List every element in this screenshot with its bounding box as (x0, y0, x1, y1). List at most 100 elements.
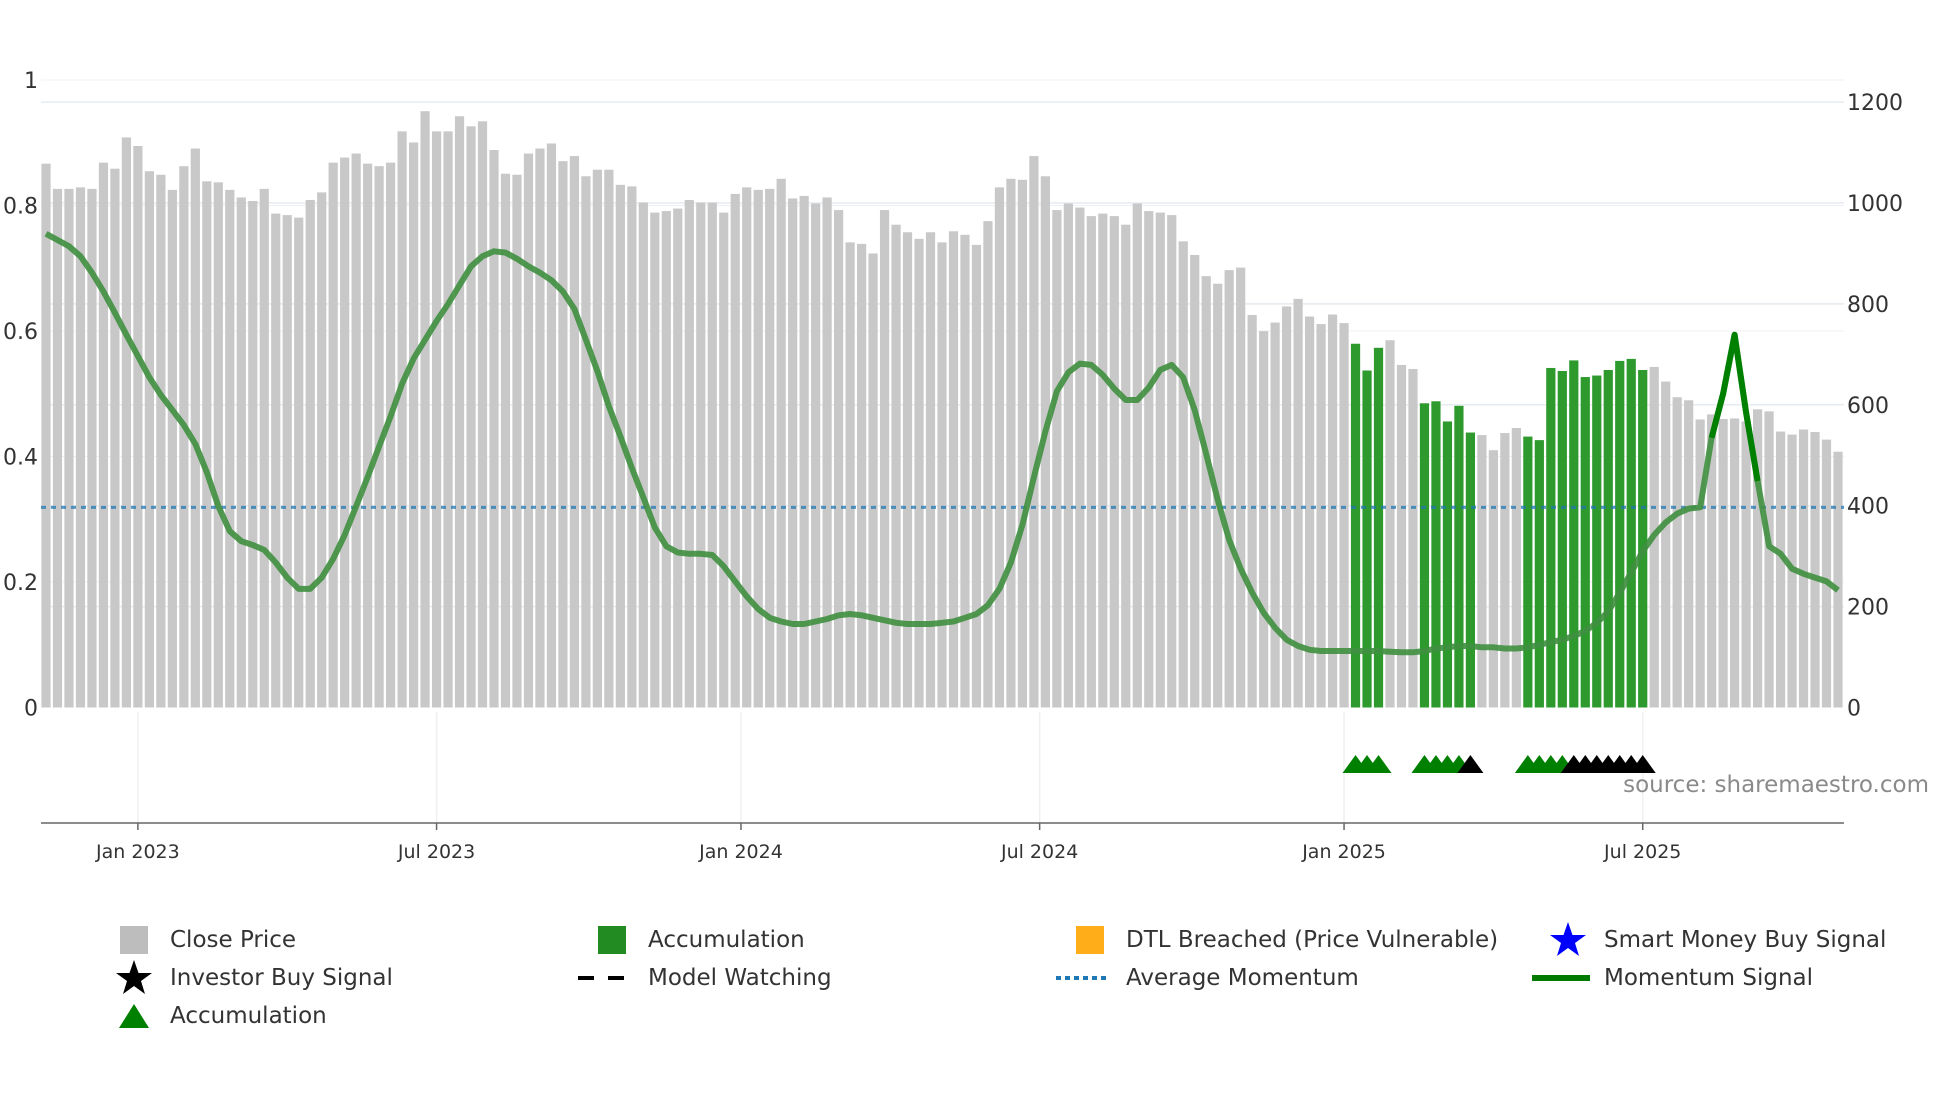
accumulation-bar (1557, 370, 1567, 708)
close-price-bar (156, 174, 166, 708)
close-price-bar (294, 217, 304, 708)
close-price-bar (1821, 439, 1832, 708)
right-tick-label: 600 (1847, 394, 1889, 419)
close-price-bar (1247, 314, 1257, 708)
accumulation-bar (1362, 370, 1372, 708)
close-price-bar (190, 148, 200, 708)
close-price-bar (523, 153, 534, 708)
accumulation-bar (1431, 401, 1441, 708)
legend-label: Accumulation (648, 927, 805, 953)
legend-label: Momentum Signal (1604, 965, 1814, 991)
close-price-bar (454, 116, 465, 708)
close-price-bar (133, 145, 143, 708)
legend-item-model-watching[interactable]: Model Watching (574, 960, 832, 996)
accumulation-bar (1454, 405, 1464, 708)
close-price-bar (1178, 241, 1188, 708)
signal-markers (1342, 755, 1656, 773)
legend-label: Model Watching (648, 965, 832, 991)
accumulation-bar (1442, 421, 1453, 708)
close-price-bar (1086, 216, 1096, 708)
close-price-bar (834, 210, 844, 708)
x-tick-label: Jan 2024 (698, 841, 783, 863)
close-price-bar (742, 187, 752, 708)
close-price-bar (1224, 270, 1234, 708)
close-price-bar (282, 215, 292, 708)
dotted-line-icon (1056, 976, 1110, 980)
blue-star-icon (1550, 922, 1586, 956)
close-price-bar (351, 153, 361, 708)
accumulation-bar (1534, 440, 1544, 708)
legend-label: Investor Buy Signal (170, 965, 393, 991)
accumulation-bar (1465, 432, 1476, 708)
close-price-bar (1500, 433, 1510, 708)
close-price-bar (1488, 450, 1498, 708)
close-price-bar (1396, 364, 1407, 708)
legend-item-smart-money[interactable]: Smart Money Buy Signal (1546, 922, 1886, 958)
close-price-bar (822, 197, 832, 708)
close-price-bar (1155, 212, 1165, 708)
close-price-bar (650, 212, 660, 708)
legend-item-close-price[interactable]: Close Price (112, 922, 296, 958)
legend-label: DTL Breached (Price Vulnerable) (1126, 927, 1499, 953)
close-price-bar (1684, 400, 1694, 708)
close-price-bar (684, 199, 694, 708)
close-price-bar (994, 187, 1005, 708)
close-price-bar (879, 210, 890, 708)
x-tick-label: Jul 2024 (1000, 841, 1078, 863)
x-tick-label: Jul 2023 (397, 841, 475, 863)
close-price-bar (592, 169, 602, 708)
close-price-bar (1695, 419, 1705, 708)
accumulation-bar (1419, 403, 1430, 708)
legend-label: Accumulation (170, 1003, 327, 1029)
close-price-bar (1259, 331, 1269, 708)
legend-item-dtl-breached[interactable]: DTL Breached (Price Vulnerable) (1068, 922, 1498, 958)
x-axis-ticks: Jan 2023 Jul 2023 Jan 2024 Jul 2024 Jan 2025… (95, 823, 1681, 863)
close-price-bar (1741, 421, 1751, 708)
close-price-bar (1063, 203, 1073, 708)
accumulation-bar (1603, 369, 1613, 708)
close-price-bar (1718, 418, 1728, 708)
price-bars (41, 111, 1843, 708)
close-price-bar (213, 182, 223, 708)
accumulation-bar (1523, 436, 1533, 708)
legend-item-investor-buy[interactable]: Investor Buy Signal (112, 960, 393, 996)
close-price-bar (420, 111, 430, 708)
accumulation-bar (1569, 360, 1579, 708)
accumulation-bar (1638, 369, 1648, 708)
orange-square-icon (1076, 926, 1104, 954)
black-star-icon (116, 960, 152, 994)
close-price-bar (581, 176, 591, 708)
accumulation-bar (1580, 377, 1590, 708)
close-price-bar (856, 243, 867, 708)
close-price-bar (914, 238, 924, 708)
close-price-bar (397, 131, 407, 708)
close-price-bar (167, 189, 177, 708)
close-price-bar (1810, 432, 1820, 708)
legend-item-average-momentum[interactable]: Average Momentum (1052, 960, 1359, 996)
close-price-bar (443, 131, 453, 708)
close-price-bar (627, 186, 637, 708)
close-price-bar (1109, 216, 1119, 708)
legend-item-momentum-signal[interactable]: Momentum Signal (1530, 960, 1813, 996)
legend-item-accumulation-marker[interactable]: Accumulation (112, 998, 327, 1034)
close-price-bar (305, 199, 315, 708)
close-price-bar (1017, 179, 1028, 708)
left-tick-label: 0.2 (3, 571, 38, 596)
close-price-bar (902, 232, 913, 708)
close-price-bar (696, 202, 706, 708)
source-label: source: sharemaestro.com (1623, 772, 1929, 798)
close-price-bar (1201, 276, 1211, 708)
close-price-bar (1098, 213, 1108, 708)
close-price-bar (1167, 215, 1177, 708)
close-price-bar (340, 157, 350, 708)
close-price-bar (673, 208, 683, 708)
close-price-bar (52, 188, 63, 708)
close-price-bar (891, 224, 901, 708)
close-price-bar (41, 163, 51, 708)
legend-item-accumulation-bar[interactable]: Accumulation (590, 922, 805, 958)
close-price-bar (363, 163, 373, 708)
legend-label: Close Price (170, 927, 297, 953)
close-price-bar (845, 242, 855, 708)
green-line-icon (1532, 975, 1590, 981)
legend-label: Smart Money Buy Signal (1604, 927, 1887, 953)
